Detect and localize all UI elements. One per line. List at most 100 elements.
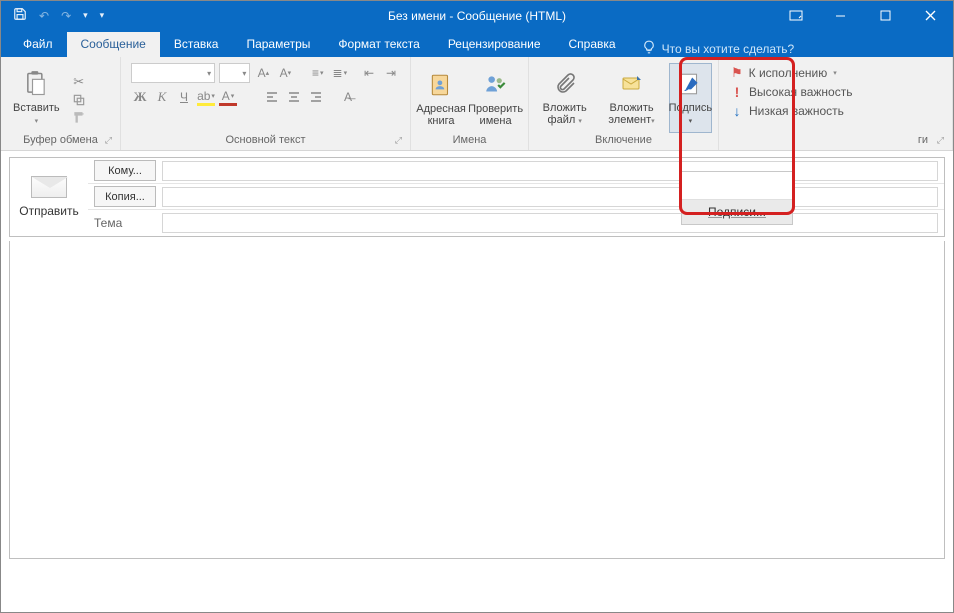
tell-me-label: Что вы хотите сделать? (662, 42, 795, 56)
attach-item-button[interactable]: Вложить элемент▾ (598, 66, 664, 130)
send-column: Отправить (10, 158, 88, 236)
italic-button[interactable]: К (153, 87, 171, 107)
numbering-icon[interactable]: ≣ (331, 63, 349, 83)
subject-input[interactable] (162, 213, 938, 233)
signature-button[interactable]: Подпись▾ (669, 63, 712, 133)
high-importance-label: Высокая важность (749, 85, 852, 99)
close-button[interactable] (908, 1, 953, 30)
flag-icon: ⚑ (731, 65, 743, 81)
decrease-font-icon[interactable]: A▾ (276, 63, 294, 83)
tell-me-search[interactable]: Что вы хотите сделать? (642, 40, 795, 57)
quick-access-toolbar: ↶ ↷ ▾ ▾ (1, 7, 104, 24)
signature-dropdown: Подписи... (681, 171, 793, 225)
font-color-icon[interactable]: A (219, 89, 237, 106)
check-names-button[interactable]: Проверить имена (469, 67, 522, 129)
subject-label: Тема (94, 216, 156, 230)
ribbon: Вставить▾ ✂ Буфер обмена ⤢ (1, 57, 953, 151)
copy-icon[interactable] (70, 92, 88, 108)
address-book-label: Адресная книга (416, 103, 466, 127)
group-clipboard: Вставить▾ ✂ Буфер обмена ⤢ (1, 57, 121, 150)
tags-group-label: ги (918, 134, 928, 146)
align-right-icon[interactable] (307, 87, 325, 107)
message-header: Отправить Кому... Копия... Тема (9, 157, 945, 237)
message-body[interactable] (9, 241, 945, 559)
paperclip-icon (549, 68, 581, 100)
group-include: Вложить файл ▾ Вложить элемент▾ Подпись▾… (529, 57, 719, 150)
low-importance-label: Низкая важность (749, 104, 844, 118)
to-input[interactable] (162, 161, 938, 181)
tab-format[interactable]: Формат текста (324, 32, 433, 57)
window-controls (773, 1, 953, 30)
save-icon[interactable] (13, 7, 27, 24)
format-painter-icon[interactable] (70, 110, 88, 126)
attach-file-button[interactable]: Вложить файл ▾ (535, 66, 594, 130)
highlight-icon[interactable]: ab (197, 89, 215, 106)
group-tags: ⚑ К исполнению ▾ ! Высокая важность ↓ Ни… (719, 57, 953, 150)
attach-item-icon (616, 68, 648, 100)
check-names-label: Проверить имена (468, 103, 523, 127)
font-family-combo[interactable] (131, 63, 215, 83)
undo-icon[interactable]: ↶ (39, 9, 49, 23)
attach-item-label: Вложить элемент (608, 102, 653, 126)
low-importance-button[interactable]: ↓ Низкая важность (731, 103, 940, 119)
follow-up-button[interactable]: ⚑ К исполнению ▾ (731, 65, 940, 81)
outdent-icon[interactable]: ⇤ (360, 63, 378, 83)
clear-format-icon[interactable]: A̶ (339, 87, 357, 107)
group-names: Адресная книга Проверить имена Имена (411, 57, 529, 150)
maximize-button[interactable] (863, 1, 908, 30)
signatures-menu-item[interactable]: Подписи... (682, 200, 792, 224)
redo-icon[interactable]: ↷ (61, 9, 71, 23)
lightbulb-icon (642, 40, 656, 57)
minimize-button[interactable] (818, 1, 863, 30)
cc-input[interactable] (162, 187, 938, 207)
signature-icon (674, 68, 706, 100)
tab-message[interactable]: Сообщение (67, 32, 160, 57)
names-group-label: Имена (417, 134, 522, 148)
follow-up-label: К исполнению (749, 66, 828, 80)
exclamation-icon: ! (731, 84, 743, 100)
signature-label: Подпись (669, 102, 713, 114)
titlebar: ↶ ↷ ▾ ▾ Без имени - Сообщение (HTML) (1, 1, 953, 30)
signatures-label: Подписи... (708, 205, 766, 219)
ribbon-display-icon[interactable] (773, 1, 818, 30)
group-basictext: A▴ A▾ ≡ ≣ ⇤ ⇥ Ж К Ч ab A (121, 57, 411, 150)
qat-more-icon[interactable]: ▾ (100, 10, 105, 21)
underline-button[interactable]: Ч (175, 87, 193, 107)
tab-options[interactable]: Параметры (232, 32, 324, 57)
high-importance-button[interactable]: ! Высокая важность (731, 84, 940, 100)
check-names-icon (480, 69, 512, 101)
align-left-icon[interactable] (263, 87, 281, 107)
window: ↶ ↷ ▾ ▾ Без имени - Сообщение (HTML) Фай… (0, 0, 954, 613)
bold-button[interactable]: Ж (131, 87, 149, 107)
address-book-icon (425, 69, 457, 101)
clipboard-dialog-launcher[interactable]: ⤢ (105, 135, 112, 146)
font-dialog-launcher[interactable]: ⤢ (395, 135, 402, 146)
tab-file[interactable]: Файл (9, 32, 67, 57)
bullets-icon[interactable]: ≡ (309, 63, 327, 83)
font-size-combo[interactable] (219, 63, 250, 83)
tab-insert[interactable]: Вставка (160, 32, 233, 57)
ribbon-tabs: Файл Сообщение Вставка Параметры Формат … (1, 30, 953, 57)
clipboard-group-label: Буфер обмена (23, 134, 98, 146)
paste-label: Вставить (13, 102, 60, 114)
increase-font-icon[interactable]: A▴ (254, 63, 272, 83)
tab-help[interactable]: Справка (555, 32, 630, 57)
paste-icon (20, 68, 52, 100)
include-group-label: Включение (535, 134, 712, 148)
qat-dropdown-icon[interactable]: ▾ (83, 10, 88, 21)
down-arrow-icon: ↓ (731, 103, 743, 119)
tab-review[interactable]: Рецензирование (434, 32, 555, 57)
tags-dialog-launcher[interactable]: ⤢ (937, 135, 944, 146)
paste-button[interactable]: Вставить▾ (7, 66, 66, 130)
envelope-icon (31, 176, 67, 198)
basictext-group-label: Основной текст (226, 134, 306, 146)
window-title: Без имени - Сообщение (HTML) (388, 9, 566, 23)
indent-icon[interactable]: ⇥ (382, 63, 400, 83)
cc-button[interactable]: Копия... (94, 186, 156, 207)
to-button[interactable]: Кому... (94, 160, 156, 181)
cut-icon[interactable]: ✂ (70, 74, 88, 90)
send-button[interactable]: Отправить (19, 204, 79, 218)
align-center-icon[interactable] (285, 87, 303, 107)
address-book-button[interactable]: Адресная книга (417, 67, 465, 129)
header-fields: Кому... Копия... Тема (88, 158, 944, 236)
